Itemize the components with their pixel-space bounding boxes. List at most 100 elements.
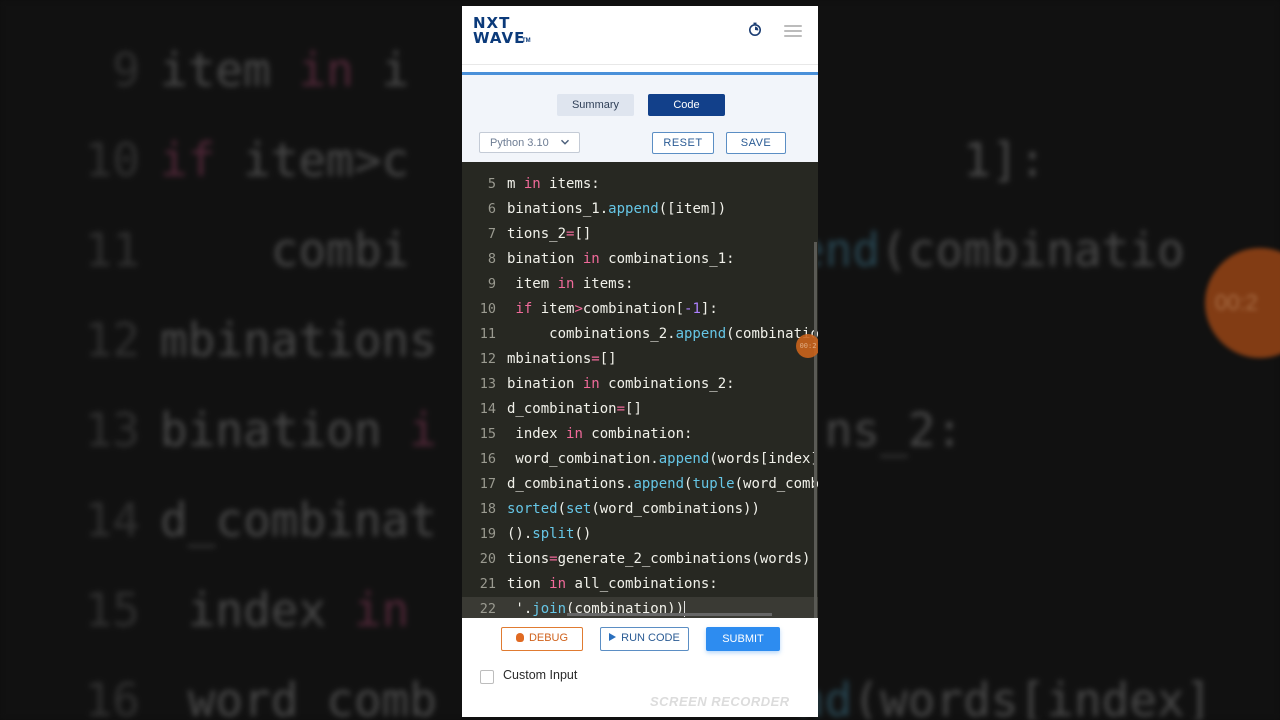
line-number: 13 bbox=[479, 376, 496, 392]
line-number: 8 bbox=[487, 251, 496, 267]
code-line[interactable]: 17 d_combinations.append(tuple(word_comb bbox=[462, 472, 818, 497]
code-token: binations_1. bbox=[507, 201, 609, 217]
code-editor[interactable]: 22 '.join(combination)) 21 tion in all_com… bbox=[462, 162, 818, 618]
logo-text-wave: WAVE bbox=[473, 29, 526, 47]
line-number: 5 bbox=[487, 176, 496, 192]
line-code-text: mbinations=[] bbox=[507, 347, 617, 372]
tab-summary[interactable]: Summary bbox=[557, 94, 634, 116]
code-line[interactable]: 18 sorted(set(word_combinations)) bbox=[462, 497, 818, 522]
line-number: 11 bbox=[479, 326, 496, 342]
editor-toolbar: Summary Code Python 3.10 RESET SAVE bbox=[462, 75, 818, 162]
line-code-text: word_combination.append(words[index] bbox=[507, 447, 818, 472]
code-line[interactable]: 16 word_combination.append(words[index] bbox=[462, 447, 818, 472]
code-token: in bbox=[549, 576, 567, 592]
code-token: (word_combinations)) bbox=[591, 501, 760, 517]
code-token: join bbox=[532, 601, 567, 617]
language-select-value: Python 3.10 bbox=[490, 137, 549, 149]
code-line[interactable]: 11 combinations_2.append(combinatio bbox=[462, 322, 818, 347]
debug-button[interactable]: DEBUG bbox=[501, 627, 583, 651]
code-token: in bbox=[557, 276, 575, 292]
nxtwave-logo[interactable]: NXT WAVE TM bbox=[473, 14, 533, 54]
run-code-button[interactable]: RUN CODE bbox=[600, 627, 689, 651]
code-token: append bbox=[658, 451, 710, 467]
code-line[interactable]: 21 tion in all_combinations: bbox=[462, 572, 818, 597]
code-line[interactable]: 20 tions=generate_2_combinations(words) bbox=[462, 547, 818, 572]
code-token: () bbox=[574, 526, 592, 542]
code-token: ]: bbox=[700, 301, 718, 317]
code-token: item bbox=[507, 276, 558, 292]
editor-vertical-scrollbar[interactable] bbox=[814, 242, 817, 618]
line-code-text: m in items: bbox=[507, 172, 600, 197]
code-token: mbinations bbox=[507, 351, 592, 367]
code-token: tion bbox=[507, 576, 550, 592]
code-token: tions bbox=[507, 551, 550, 567]
code-token: combinations_2. bbox=[507, 326, 676, 342]
line-number: 17 bbox=[479, 476, 496, 492]
code-token: [] bbox=[574, 226, 592, 242]
submit-button[interactable]: SUBMIT bbox=[706, 627, 780, 651]
code-token: '. bbox=[507, 601, 533, 617]
reset-button[interactable]: RESET bbox=[652, 132, 714, 154]
code-line[interactable]: 15 index in combination: bbox=[462, 422, 818, 447]
code-line[interactable]: 14 d_combination=[] bbox=[462, 397, 818, 422]
line-code-text: tions_2=[] bbox=[507, 222, 591, 247]
code-token: tuple bbox=[692, 476, 735, 492]
code-token: (word_comb bbox=[734, 476, 818, 492]
line-code-text: tions=generate_2_combinations(words) bbox=[507, 547, 810, 572]
code-token: [] bbox=[599, 351, 617, 367]
code-token: ( bbox=[557, 501, 567, 517]
chevron-down-icon bbox=[560, 139, 570, 145]
code-token: set bbox=[566, 501, 592, 517]
tab-code[interactable]: Code bbox=[648, 94, 725, 116]
line-code-text: combinations_2.append(combinatio bbox=[507, 322, 818, 347]
code-token: items: bbox=[574, 276, 634, 292]
line-number: 12 bbox=[479, 351, 496, 367]
bug-icon bbox=[515, 633, 524, 642]
language-select[interactable]: Python 3.10 bbox=[479, 132, 580, 153]
editor-horizontal-scrollbar[interactable] bbox=[567, 613, 772, 616]
code-line[interactable]: 10 if item>combination[-1]: bbox=[462, 297, 818, 322]
code-token: in bbox=[523, 176, 541, 192]
code-line[interactable]: 6 binations_1.append([item]) bbox=[462, 197, 818, 222]
code-line[interactable]: 12 mbinations=[] bbox=[462, 347, 818, 372]
line-code-text: tion in all_combinations: bbox=[507, 572, 718, 597]
code-line[interactable]: 19 ().split() bbox=[462, 522, 818, 547]
code-token: combinations_2: bbox=[599, 376, 735, 392]
top-navigation-bar: NXT WAVE TM bbox=[462, 6, 818, 65]
line-number: 15 bbox=[479, 426, 496, 442]
code-line[interactable]: 13 bination in combinations_2: bbox=[462, 372, 818, 397]
code-token: bination bbox=[507, 376, 583, 392]
code-token: sorted bbox=[507, 501, 558, 517]
line-number: 9 bbox=[487, 276, 496, 292]
screen-recorder-bubble[interactable]: 00:2 bbox=[796, 334, 818, 358]
code-line[interactable]: 5 m in items: bbox=[462, 172, 818, 197]
stopwatch-icon[interactable] bbox=[748, 22, 762, 36]
line-number: 6 bbox=[487, 201, 496, 217]
code-token: split bbox=[532, 526, 575, 542]
code-token: combination: bbox=[582, 426, 693, 442]
code-line[interactable]: 9 item in items: bbox=[462, 272, 818, 297]
code-token: = bbox=[616, 401, 626, 417]
run-code-button-label: RUN CODE bbox=[621, 632, 680, 644]
line-code-text: item in items: bbox=[507, 272, 633, 297]
code-token: combination[ bbox=[582, 301, 685, 317]
code-token: -1 bbox=[684, 301, 701, 317]
save-button[interactable]: SAVE bbox=[726, 132, 786, 154]
line-number: 18 bbox=[479, 501, 496, 517]
code-token: in bbox=[566, 426, 583, 442]
custom-input-checkbox[interactable] bbox=[480, 670, 494, 684]
code-token: append bbox=[675, 326, 727, 342]
line-code-text: binations_1.append([item]) bbox=[507, 197, 726, 222]
code-token: tions_2 bbox=[507, 226, 567, 242]
line-code-text: if item>combination[-1]: bbox=[507, 297, 718, 322]
debug-button-label: DEBUG bbox=[528, 632, 569, 644]
line-code-text: sorted(set(word_combinations)) bbox=[507, 497, 760, 522]
code-line[interactable]: 8 bination in combinations_1: bbox=[462, 247, 818, 272]
line-number: 19 bbox=[479, 526, 496, 542]
line-code-text: d_combination=[] bbox=[507, 397, 642, 422]
code-token: d_combinations. bbox=[507, 476, 634, 492]
code-token: d_combination bbox=[507, 401, 617, 417]
code-token: (words[index] bbox=[709, 451, 818, 467]
code-line[interactable]: 7 tions_2=[] bbox=[462, 222, 818, 247]
hamburger-menu-icon[interactable] bbox=[784, 25, 802, 37]
